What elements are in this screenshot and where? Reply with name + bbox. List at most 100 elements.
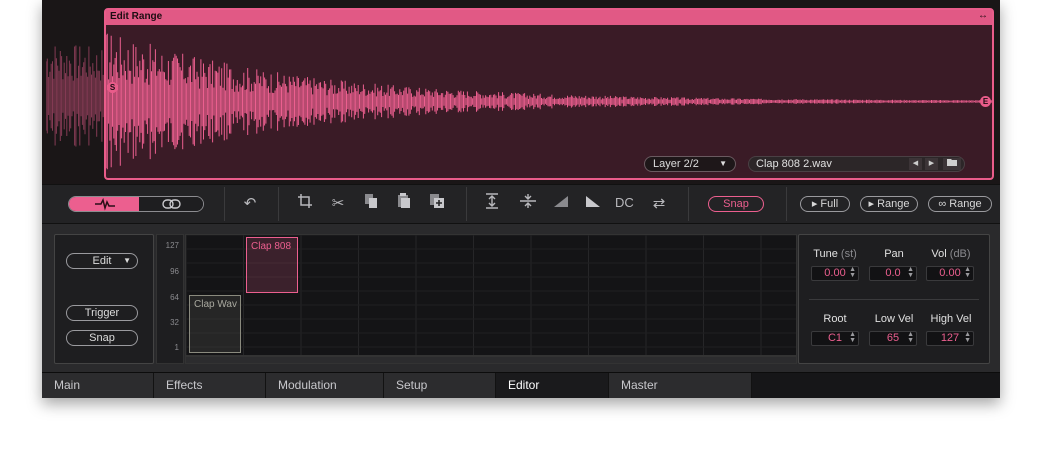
- low-vel-label: Low Vel: [874, 313, 914, 325]
- spinner-arrows-icon[interactable]: ▲ ▼: [964, 331, 971, 344]
- toolbar-divider: [786, 187, 787, 221]
- layer-select[interactable]: Layer 2/2 ▼: [644, 156, 736, 172]
- zone-clap-wav[interactable]: Clap Wav: [189, 295, 241, 353]
- spinner-arrows-icon[interactable]: ▲ ▼: [907, 331, 914, 344]
- waveform-area: Edit Range ↔ S E Layer 2/2 ▼ Clap 808 2.…: [42, 0, 1000, 184]
- velocity-tick: 127: [165, 241, 179, 250]
- tab-main[interactable]: Main: [42, 373, 154, 398]
- grid-horizontal-scrollbar[interactable]: [185, 356, 797, 364]
- loop-view-button[interactable]: [139, 197, 203, 211]
- end-marker[interactable]: E: [980, 96, 991, 107]
- crop-icon[interactable]: [294, 193, 316, 215]
- edit-range-title: Edit Range: [110, 11, 163, 22]
- chevron-down-icon: ▼: [123, 256, 131, 265]
- velocity-tick: 1: [174, 343, 179, 352]
- sampler-plugin-window: Edit Range ↔ S E Layer 2/2 ▼ Clap 808 2.…: [42, 0, 1000, 398]
- waveform-path: [46, 45, 104, 147]
- loop-range-button[interactable]: ∞ Range: [928, 196, 992, 212]
- page-tabs: Main Effects Modulation Setup Editor Mas…: [42, 372, 1000, 398]
- paste-icon[interactable]: [393, 193, 415, 215]
- undo-icon[interactable]: ↶: [238, 193, 262, 215]
- edit-range-header[interactable]: Edit Range ↔: [106, 10, 992, 25]
- params-divider: [809, 299, 979, 300]
- pan-value: 0.0: [885, 267, 901, 279]
- low-vel-value-field[interactable]: 65 ▲ ▼: [869, 331, 917, 346]
- toolbar-divider: [688, 187, 689, 221]
- reverse-center-icon[interactable]: [516, 193, 540, 215]
- edit-mode-select[interactable]: Edit ▼: [66, 253, 138, 269]
- tune-value-field[interactable]: 0.00 ▲ ▼: [811, 266, 859, 281]
- high-vel-value: 127: [940, 332, 960, 344]
- view-mode-toggle[interactable]: [68, 196, 204, 212]
- toolbar-divider: [466, 187, 467, 221]
- high-vel-value-field[interactable]: 127 ▲ ▼: [926, 331, 974, 346]
- zone-clap-808[interactable]: Clap 808: [246, 237, 298, 293]
- key-velocity-grid[interactable]: Clap 808 Clap Wav: [185, 234, 797, 356]
- tab-setup[interactable]: Setup: [384, 373, 496, 398]
- zone-editor: Edit ▼ Trigger Snap 127 96 64 32 1 Clap …: [42, 224, 1000, 372]
- play-full-button[interactable]: ▸ Full: [800, 196, 850, 212]
- root-value-field[interactable]: C1 ▲ ▼: [811, 331, 859, 346]
- copy-icon[interactable]: [360, 193, 382, 215]
- fade-out-icon[interactable]: [582, 193, 604, 215]
- dc-offset-button[interactable]: DC: [615, 195, 634, 210]
- pan-value-field[interactable]: 0.0 ▲ ▼: [869, 266, 917, 281]
- velocity-tick: 64: [170, 293, 179, 302]
- vol-value-field[interactable]: 0.00 ▲ ▼: [926, 266, 974, 281]
- folder-icon[interactable]: [943, 158, 961, 170]
- play-icon: ▸: [868, 198, 875, 210]
- play-full-label: Full: [820, 198, 839, 210]
- velocity-tick: 32: [170, 318, 179, 327]
- zone-label: Clap Wav: [194, 299, 237, 310]
- vol-value: 0.00: [939, 267, 961, 279]
- scissors-icon[interactable]: ✂: [327, 193, 349, 215]
- next-sample-icon[interactable]: ▶: [925, 158, 938, 170]
- spinner-arrows-icon[interactable]: ▲ ▼: [907, 266, 914, 279]
- root-value: C1: [827, 332, 843, 344]
- sample-file-box[interactable]: Clap 808 2.wav ◀ ▶: [748, 156, 965, 172]
- trigger-button[interactable]: Trigger: [66, 305, 138, 321]
- chevron-down-icon: ▼: [719, 159, 727, 168]
- root-label: Root: [823, 313, 847, 325]
- tune-label-text: Tune: [813, 248, 838, 260]
- editor-toolbar: ↶ ✂ DC ⇄ Snap ▸ Full ▸ Range ∞ Range: [42, 184, 1000, 224]
- editor-snap-button[interactable]: Snap: [66, 330, 138, 346]
- tune-label: Tune (st): [807, 248, 863, 260]
- previous-sample-icon[interactable]: ◀: [909, 158, 922, 170]
- layer-select-value: Layer 2/2: [653, 158, 699, 170]
- waveform-outside-range: [46, 45, 104, 147]
- play-range-button[interactable]: ▸ Range: [860, 196, 918, 212]
- waveform-snap-button[interactable]: Snap: [708, 196, 764, 212]
- velocity-axis: 127 96 64 32 1: [156, 234, 184, 364]
- tab-effects[interactable]: Effects: [154, 373, 266, 398]
- pan-label: Pan: [884, 248, 904, 260]
- start-marker[interactable]: S: [107, 82, 118, 93]
- tab-modulation[interactable]: Modulation: [266, 373, 384, 398]
- vol-unit: (dB): [949, 248, 971, 260]
- edit-range[interactable]: Edit Range ↔ S E Layer 2/2 ▼ Clap 808 2.…: [104, 8, 994, 180]
- tune-unit: (st): [840, 248, 857, 260]
- swap-icon[interactable]: ⇄: [648, 193, 670, 215]
- waveform-view-button[interactable]: [69, 197, 139, 211]
- tab-master[interactable]: Master: [609, 373, 752, 398]
- normalize-icon[interactable]: [480, 193, 504, 215]
- toolbar-divider: [224, 187, 225, 221]
- paste-insert-icon[interactable]: [426, 193, 448, 215]
- loop-icon: ∞: [938, 198, 947, 210]
- loop-range-label: Range: [949, 198, 982, 210]
- tab-editor[interactable]: Editor: [496, 373, 609, 398]
- play-icon: ▸: [811, 198, 818, 210]
- edit-mode-value: Edit: [92, 255, 112, 267]
- high-vel-label: High Vel: [930, 313, 972, 325]
- waveform-path: [106, 33, 992, 170]
- low-vel-value: 65: [886, 332, 900, 344]
- vol-label: Vol (dB): [923, 248, 979, 260]
- range-resize-arrows-icon[interactable]: ↔: [978, 10, 988, 21]
- play-range-label: Range: [877, 198, 910, 210]
- vol-label-text: Vol: [931, 248, 947, 260]
- spinner-arrows-icon[interactable]: ▲ ▼: [849, 266, 856, 279]
- spinner-arrows-icon[interactable]: ▲ ▼: [964, 266, 971, 279]
- toolbar-divider: [278, 187, 279, 221]
- fade-in-icon[interactable]: [550, 193, 572, 215]
- spinner-arrows-icon[interactable]: ▲ ▼: [849, 331, 856, 344]
